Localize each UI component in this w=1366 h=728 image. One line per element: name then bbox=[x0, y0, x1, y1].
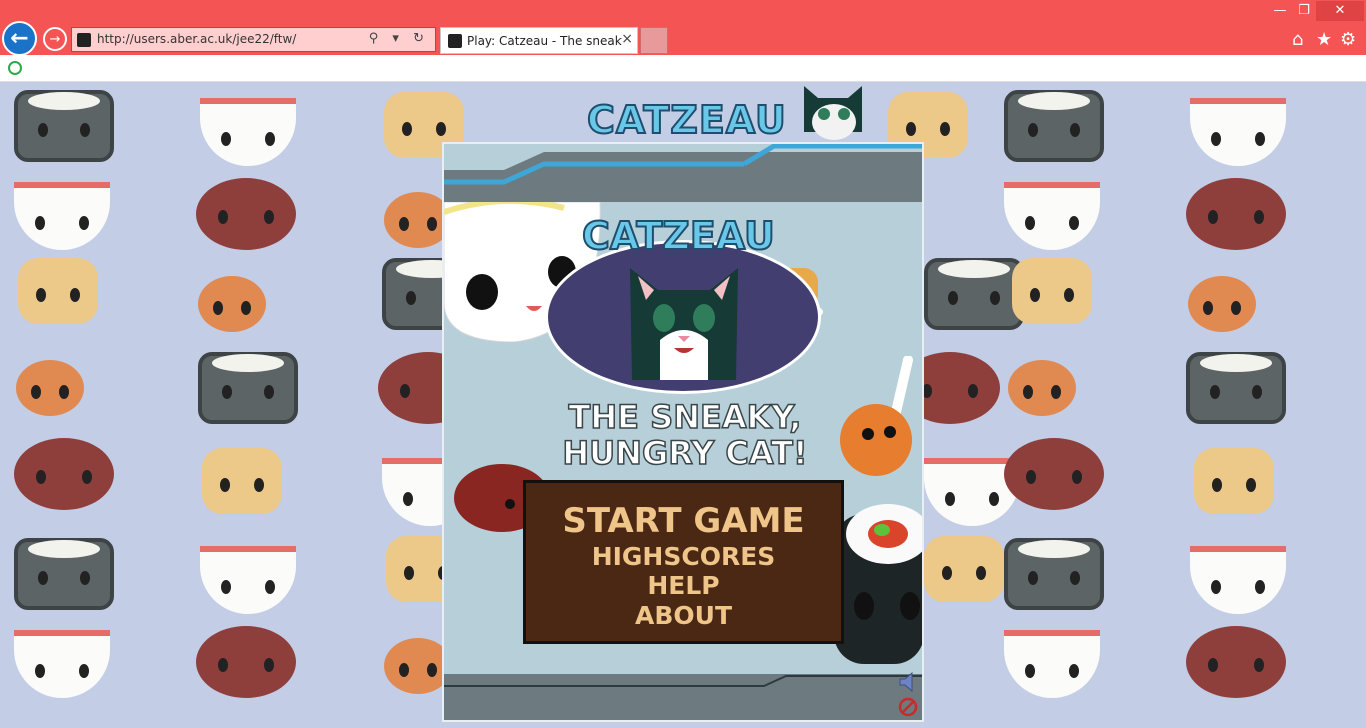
maximize-button[interactable]: ❐ bbox=[1292, 1, 1316, 21]
minimize-button[interactable]: — bbox=[1268, 1, 1292, 21]
steak-pattern-icon bbox=[196, 626, 296, 698]
highscores-button[interactable]: HIGHSCORES bbox=[526, 542, 841, 571]
tagline-line2: HUNGRY CAT! bbox=[562, 433, 809, 473]
tagline-line1: THE SNEAKY, bbox=[568, 397, 802, 437]
tab-catzeau[interactable]: Play: Catzeau - The sneaky, ... × bbox=[440, 27, 638, 54]
favorites-bar bbox=[0, 55, 1366, 82]
steak-pattern-icon bbox=[1186, 178, 1286, 250]
game-header-banner bbox=[444, 144, 922, 202]
close-window-button[interactable]: ✕ bbox=[1316, 1, 1364, 21]
noodle-bowl-pattern-icon bbox=[1190, 98, 1286, 166]
pancake-pattern-icon bbox=[18, 258, 98, 324]
sushi-pattern-icon bbox=[924, 258, 1024, 330]
forward-arrow-icon: → bbox=[49, 31, 61, 47]
noodle-bowl-pattern-icon bbox=[1004, 182, 1100, 250]
sushi-pattern-icon bbox=[14, 538, 114, 610]
site-favicon-icon bbox=[77, 33, 91, 47]
pancake-pattern-icon bbox=[924, 536, 1004, 602]
noodle-bowl-pattern-icon bbox=[14, 182, 110, 250]
address-bar[interactable]: http://users.aber.ac.uk/jee22/ftw/ ⚲ ▾ ↻ bbox=[71, 27, 436, 52]
drumstick-pattern-icon bbox=[16, 360, 84, 416]
home-icon[interactable]: ⌂ bbox=[1292, 29, 1303, 50]
game-banner-logo: CATZEAU bbox=[586, 97, 787, 143]
steak-pattern-icon bbox=[1186, 626, 1286, 698]
sushi-pattern-icon bbox=[1186, 352, 1286, 424]
pancake-pattern-icon bbox=[202, 448, 282, 514]
about-button[interactable]: ABOUT bbox=[526, 601, 841, 630]
gear-icon[interactable]: ⚙ bbox=[1340, 29, 1356, 50]
suggested-sites-icon[interactable] bbox=[8, 61, 22, 75]
page-background: CATZEAU CATZEAU THE SNEAKY, HUNGRY CAT! … bbox=[0, 82, 1366, 728]
back-button[interactable]: ← bbox=[2, 21, 37, 56]
noodle-bowl-pattern-icon bbox=[14, 630, 110, 698]
pancake-pattern-icon bbox=[1194, 448, 1274, 514]
mute-icon[interactable] bbox=[898, 697, 918, 717]
sushi-pattern-icon bbox=[198, 352, 298, 424]
sushi-pattern-icon bbox=[1004, 538, 1104, 610]
tab-close-icon[interactable]: × bbox=[621, 31, 633, 47]
help-button[interactable]: HELP bbox=[526, 571, 841, 600]
steak-pattern-icon bbox=[1004, 438, 1104, 510]
drumstick-character bbox=[840, 356, 913, 476]
game-title-logo: CATZEAU bbox=[581, 213, 776, 259]
browser-titlebar: ← → http://users.aber.ac.uk/jee22/ftw/ ⚲… bbox=[0, 0, 1366, 56]
back-arrow-icon: ← bbox=[10, 26, 29, 51]
pancake-pattern-icon bbox=[1012, 258, 1092, 324]
noodle-bowl-pattern-icon bbox=[1004, 630, 1100, 698]
favorites-star-icon[interactable]: ★ bbox=[1316, 29, 1332, 50]
noodle-bowl-pattern-icon bbox=[200, 98, 296, 166]
drumstick-pattern-icon bbox=[1008, 360, 1076, 416]
address-tools[interactable]: ⚲ ▾ ↻ bbox=[369, 31, 429, 46]
main-menu: START GAME HIGHSCORES HELP ABOUT bbox=[523, 480, 844, 644]
cat-character-icon bbox=[630, 268, 738, 380]
sound-icon[interactable] bbox=[898, 672, 916, 692]
new-tab-button[interactable] bbox=[640, 27, 668, 54]
tab-title: Play: Catzeau - The sneaky, ... bbox=[467, 34, 622, 48]
noodle-bowl-pattern-icon bbox=[1190, 546, 1286, 614]
noodle-bowl-pattern-icon bbox=[200, 546, 296, 614]
address-url[interactable]: http://users.aber.ac.uk/jee22/ftw/ bbox=[97, 32, 296, 46]
drumstick-pattern-icon bbox=[1188, 276, 1256, 332]
sushi-pattern-icon bbox=[14, 90, 114, 162]
steak-pattern-icon bbox=[196, 178, 296, 250]
steak-pattern-icon bbox=[14, 438, 114, 510]
drumstick-pattern-icon bbox=[198, 276, 266, 332]
sushi-pattern-icon bbox=[1004, 90, 1104, 162]
start-game-button[interactable]: START GAME bbox=[526, 501, 841, 541]
tab-favicon-icon bbox=[448, 34, 462, 48]
forward-button[interactable]: → bbox=[43, 27, 67, 51]
cat-head-banner-icon bbox=[804, 86, 862, 140]
game-floor bbox=[444, 674, 922, 720]
